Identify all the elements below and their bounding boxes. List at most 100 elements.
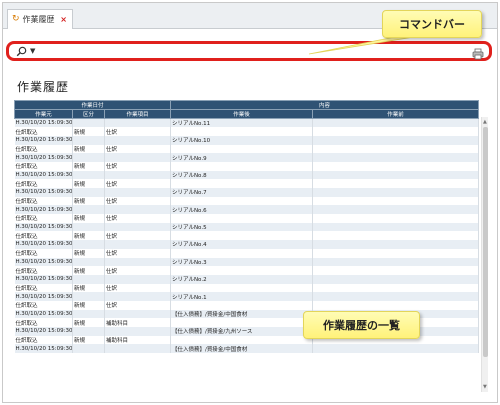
table-cell: 仕訳取込	[14, 266, 73, 275]
table-row[interactable]: H.30/10/20 15:09:30 シリアルNo.2	[14, 274, 480, 284]
table-cell: 仕訳	[104, 144, 171, 154]
table-cell	[312, 222, 480, 232]
table-cell	[72, 135, 105, 145]
refresh-icon[interactable]: ↻	[12, 15, 20, 24]
col-before[interactable]: 作業前	[311, 109, 480, 119]
table-row[interactable]: H.30/10/20 15:09:30 シリアルNo.1	[14, 292, 480, 301]
table-cell	[312, 188, 480, 197]
table-cell	[72, 222, 105, 232]
table-row[interactable]: H.30/10/20 15:09:30 シリアルNo.10	[14, 135, 480, 145]
table-cell	[170, 161, 313, 171]
table-cell: H.30/10/20 15:09:30	[14, 135, 73, 145]
table-row[interactable]: 仕訳取込 新規 仕訳	[14, 248, 480, 258]
table-cell: 仕訳取込	[14, 248, 73, 258]
table-cell: 新規	[72, 300, 105, 310]
table-row[interactable]: H.30/10/20 15:09:30 シリアルNo.4	[14, 240, 480, 249]
table-row[interactable]: 仕訳取込 新規 仕訳	[14, 231, 480, 241]
table-cell	[312, 179, 480, 188]
table-cell	[312, 127, 480, 136]
table-cell	[312, 118, 480, 128]
table-row[interactable]: H.30/10/20 15:09:30 【仕入債務】/買掛金/中国食材	[14, 344, 480, 354]
table-cell	[312, 292, 480, 301]
col-kubun[interactable]: 区分	[72, 109, 105, 119]
table-cell: 仕訳	[104, 214, 171, 223]
table-row[interactable]: 仕訳取込 新規 仕訳	[14, 214, 480, 223]
table-cell: シリアルNo.10	[170, 135, 313, 145]
table-cell: 新規	[72, 248, 105, 258]
printer-icon[interactable]	[472, 45, 484, 60]
tab-work-history[interactable]: ↻ 作業履歴 ×	[7, 9, 73, 29]
table-cell: H.30/10/20 15:09:30	[14, 118, 73, 128]
table-cell: 新規	[72, 179, 105, 188]
table-row[interactable]: 仕訳取込 新規 仕訳	[14, 161, 480, 171]
table-row[interactable]: H.30/10/20 15:09:30 シリアルNo.5	[14, 222, 480, 232]
table-cell	[170, 179, 313, 188]
command-bar: ▼	[6, 41, 492, 61]
table-cell: 仕訳	[104, 127, 171, 136]
scrollbar-thumb[interactable]	[483, 127, 488, 357]
table-row[interactable]: 仕訳取込 新規 仕訳	[14, 179, 480, 188]
table-cell: 仕訳取込	[14, 161, 73, 171]
scroll-up-icon[interactable]: ▲	[483, 119, 487, 125]
table-row[interactable]: H.30/10/20 15:09:30 シリアルNo.9	[14, 153, 480, 162]
vertical-scrollbar[interactable]: ▲ ▼	[481, 117, 488, 392]
table-cell: H.30/10/20 15:09:30	[14, 205, 73, 215]
table-cell	[312, 283, 480, 293]
table-row[interactable]: H.30/10/20 15:09:30 シリアルNo.6	[14, 205, 480, 215]
table-cell: シリアルNo.3	[170, 257, 313, 267]
table-cell	[72, 292, 105, 301]
table-cell: シリアルNo.6	[170, 205, 313, 215]
page-title: 作業履歴	[17, 80, 70, 94]
table-row[interactable]: 仕訳取込 新規 仕訳	[14, 144, 480, 154]
table-cell	[104, 222, 171, 232]
table-cell: 仕訳	[104, 248, 171, 258]
table-cell	[312, 344, 480, 354]
header-work-date: 作業日付	[14, 100, 171, 110]
search-icon[interactable]	[14, 44, 28, 58]
close-icon[interactable]: ×	[60, 15, 67, 24]
table-cell: H.30/10/20 15:09:30	[14, 153, 73, 162]
table-cell	[104, 240, 171, 249]
table-cell: 新規	[72, 283, 105, 293]
table-cell	[170, 214, 313, 223]
table-row[interactable]: 仕訳取込 新規 仕訳	[14, 266, 480, 275]
chevron-down-icon[interactable]: ▼	[30, 47, 35, 55]
table-cell	[170, 231, 313, 241]
table-cell: 新規	[72, 196, 105, 206]
table-cell: シリアルNo.8	[170, 170, 313, 180]
table-cell	[170, 196, 313, 206]
col-item[interactable]: 作業項目	[104, 109, 171, 119]
table-cell	[170, 318, 313, 327]
table-cell	[312, 274, 480, 284]
tab-label: 作業履歴	[22, 15, 55, 24]
table-cell: 仕訳	[104, 179, 171, 188]
table-cell: H.30/10/20 15:09:30	[14, 292, 73, 301]
table-row[interactable]: H.30/10/20 15:09:30 シリアルNo.11	[14, 118, 480, 128]
table-cell: 新規	[72, 144, 105, 154]
table-cell: 新規	[72, 214, 105, 223]
table-cell: シリアルNo.2	[170, 274, 313, 284]
table-cell: 補助科目	[104, 318, 171, 327]
table-row[interactable]: 仕訳取込 新規 仕訳	[14, 127, 480, 136]
table-row[interactable]: 仕訳取込 新規 仕訳	[14, 283, 480, 293]
table-cell: シリアルNo.5	[170, 222, 313, 232]
col-origin[interactable]: 作業元	[14, 109, 73, 119]
table-cell	[72, 205, 105, 215]
table-cell	[72, 170, 105, 180]
table-cell	[312, 144, 480, 154]
table-row[interactable]: 仕訳取込 新規 仕訳	[14, 196, 480, 206]
scroll-down-icon[interactable]: ▼	[483, 384, 487, 390]
table-cell: シリアルNo.9	[170, 153, 313, 162]
table-cell	[312, 266, 480, 275]
table-cell: H.30/10/20 15:09:30	[14, 222, 73, 232]
table-cell: 仕訳	[104, 161, 171, 171]
col-after[interactable]: 作業後	[170, 109, 313, 119]
table-row[interactable]: 仕訳取込 新規 仕訳	[14, 300, 480, 310]
callout-command-bar: コマンドバー	[382, 10, 482, 38]
table-row[interactable]: H.30/10/20 15:09:30 シリアルNo.3	[14, 257, 480, 267]
table-cell	[312, 257, 480, 267]
table-cell: 仕訳取込	[14, 127, 73, 136]
table-row[interactable]: H.30/10/20 15:09:30 シリアルNo.8	[14, 170, 480, 180]
table-row[interactable]: H.30/10/20 15:09:30 シリアルNo.7	[14, 188, 480, 197]
table-cell	[170, 335, 313, 345]
